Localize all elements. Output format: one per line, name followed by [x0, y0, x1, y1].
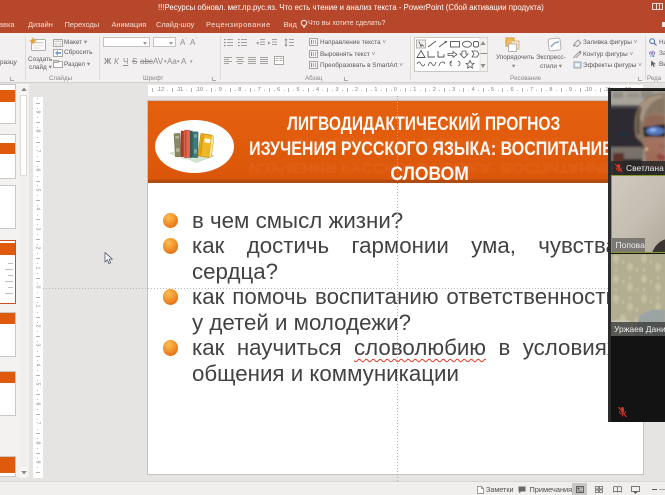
svg-text:ab: ab	[649, 51, 656, 57]
